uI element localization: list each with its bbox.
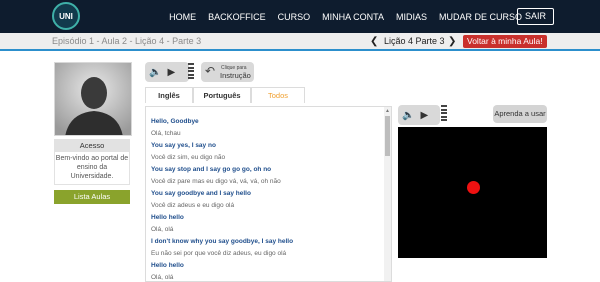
play-icon[interactable]: ▶ xyxy=(167,67,175,78)
scroll-up-icon[interactable]: ▲ xyxy=(385,108,390,114)
breadcrumb-bar: Episódio 1 - Aula 2 - Lição 4 - Parte 3 … xyxy=(0,33,600,51)
speaker-icon[interactable]: 🔈 xyxy=(402,110,414,121)
breadcrumb: Episódio 1 - Aula 2 - Lição 4 - Parte 3 xyxy=(52,36,202,46)
tab-portugues[interactable]: Português xyxy=(193,87,251,103)
transcript-line-portuguese[interactable]: Olá, olá xyxy=(151,224,293,236)
transcript-line-english[interactable]: You say yes, I say no xyxy=(151,140,293,152)
audio-player: 🔈 ▶ xyxy=(145,62,189,82)
transcript-line-english[interactable]: You say stop and I say go go go, oh no xyxy=(151,164,293,176)
next-lesson-icon[interactable]: ❯ xyxy=(448,36,456,47)
access-title: Acesso xyxy=(54,139,130,152)
main-nav: HOME BACKOFFICE CURSO MINHA CONTA MIDIAS… xyxy=(157,0,522,33)
scrollbar[interactable]: ▲ xyxy=(384,107,391,281)
back-to-lesson-button[interactable]: Voltar à minha Aula! xyxy=(463,35,547,48)
previous-lesson-icon[interactable]: ❮ xyxy=(370,36,378,47)
record-button-icon[interactable] xyxy=(467,181,480,194)
transcript-line-english[interactable]: Hello hello xyxy=(151,212,293,224)
speaker-icon[interactable]: 🔈 xyxy=(149,67,161,78)
transcript-line-english[interactable]: Hello, Goodbye xyxy=(151,116,293,128)
site-logo[interactable]: UNI xyxy=(52,2,80,30)
transcript-line-portuguese[interactable]: Eu não sei por que você diz adeus, eu di… xyxy=(151,248,293,260)
logo-text: UNI xyxy=(59,11,73,21)
nav-backoffice[interactable]: BACKOFFICE xyxy=(208,12,266,22)
scrollbar-thumb[interactable] xyxy=(385,116,390,156)
play-icon[interactable]: ▶ xyxy=(420,110,428,121)
transcript-panel[interactable]: Hello, Goodbye Olá, tchau You say yes, I s… xyxy=(145,106,392,282)
nav-mudar-de-curso[interactable]: MUDAR DE CURSO xyxy=(439,12,522,22)
nav-minha-conta[interactable]: MINHA CONTA xyxy=(322,12,384,22)
volume-bars-icon[interactable] xyxy=(441,105,447,125)
transcript-line-portuguese[interactable]: Você diz sim, eu digo não xyxy=(151,152,293,164)
transcript-line-portuguese[interactable]: Olá, tchau xyxy=(151,128,293,140)
user-silhouette-icon xyxy=(55,63,131,135)
tab-ingles[interactable]: Inglês xyxy=(145,87,193,103)
exit-button[interactable]: SAIR xyxy=(516,8,554,25)
access-text: Bem-vindo ao portal de ensino da Univers… xyxy=(54,152,130,185)
avatar xyxy=(54,62,132,136)
current-lesson-label: Lição 4 Parte 3 xyxy=(384,36,445,46)
instruction-label: Instrução xyxy=(220,71,251,80)
undo-arrow-icon: ↶ xyxy=(205,64,216,78)
lesson-list-button[interactable]: Lista Aulas xyxy=(54,190,130,204)
top-navbar: UNI HOME BACKOFFICE CURSO MINHA CONTA MI… xyxy=(0,0,600,33)
video-audio-player: 🔈 ▶ xyxy=(398,105,440,125)
transcript-line-english[interactable]: I don't know why you say goodbye, I say … xyxy=(151,236,293,248)
nav-home[interactable]: HOME xyxy=(169,12,196,22)
instruction-button[interactable]: ↶ Clique para Instrução xyxy=(201,62,254,82)
transcript-line-portuguese[interactable]: Olá, olá xyxy=(151,272,293,281)
volume-bars-icon[interactable] xyxy=(188,63,194,83)
transcript-line-english[interactable]: You say goodbye and I say hello xyxy=(151,188,293,200)
nav-midias[interactable]: MIDIAS xyxy=(396,12,427,22)
language-tabs: Inglês Português Todos xyxy=(145,87,305,103)
transcript-line-english[interactable]: Hello hello xyxy=(151,260,293,272)
nav-curso[interactable]: CURSO xyxy=(278,12,311,22)
tab-todos[interactable]: Todos xyxy=(251,87,305,103)
learn-to-use-button[interactable]: Aprenda a usar xyxy=(493,105,547,123)
transcript-line-portuguese[interactable]: Você diz adeus e eu digo olá xyxy=(151,200,293,212)
transcript-lines: Hello, Goodbye Olá, tchau You say yes, I s… xyxy=(151,116,293,281)
transcript-line-portuguese[interactable]: Você diz pare mas eu digo vá, vá, vá, oh… xyxy=(151,176,293,188)
